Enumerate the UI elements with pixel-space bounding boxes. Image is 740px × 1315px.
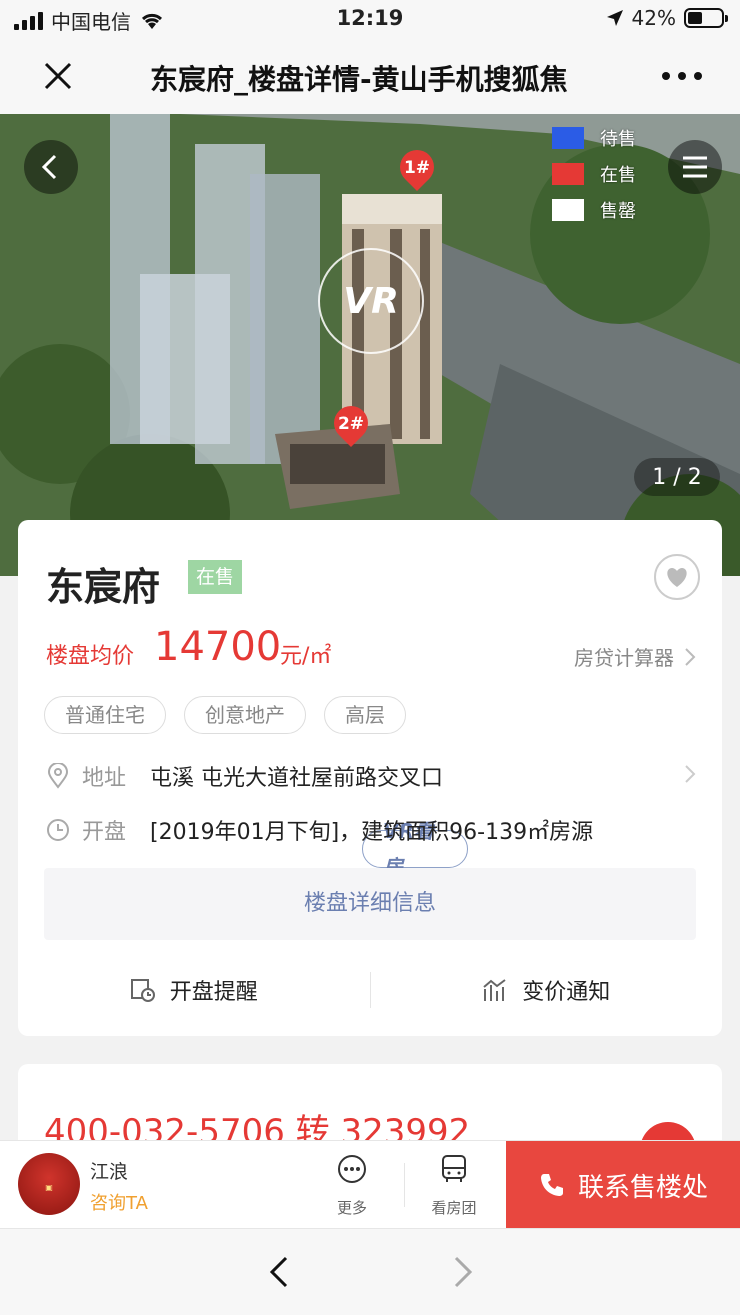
vr-tour-button[interactable]: VR <box>318 248 424 354</box>
address-row[interactable]: 地址 屯溪 屯光大道社屋前路交叉口 <box>46 760 443 792</box>
address-key: 地址 <box>82 766 127 791</box>
price-change-button[interactable]: 变价通知 <box>371 962 723 1018</box>
browser-titlebar: 东宸府_楼盘详情-黄山手机搜狐焦 <box>0 38 740 114</box>
battery-icon <box>684 8 728 28</box>
phone-icon <box>540 1174 563 1196</box>
price-label: 楼盘均价 <box>46 644 135 669</box>
bottom-divider <box>404 1163 405 1207</box>
chevron-left-icon <box>41 154 57 180</box>
bottom-action-bar: ▣ 江浪 咨询TA 更多 看房团 联系售楼处 <box>0 1140 740 1229</box>
price-chart-icon <box>483 979 506 1001</box>
mortgage-calculator-link[interactable]: 房贷计算器 <box>574 642 696 671</box>
status-right: 42% <box>606 6 728 30</box>
action-row: 开盘提醒 变价通知 <box>18 962 722 1018</box>
chevron-right-icon <box>685 647 696 666</box>
tour-group-label: 看房团 <box>431 1199 477 1217</box>
price-unit: 元/㎡ <box>280 644 332 669</box>
property-info-card: 东宸府 在售 楼盘均价 14700 元/㎡ 房贷计算器 VR看房 普通住宅 创意… <box>18 520 722 1036</box>
bus-icon <box>442 1155 466 1182</box>
sales-legend: 待售 在售 售罄 <box>552 120 636 228</box>
opening-key: 开盘 <box>82 820 127 845</box>
legend-item: 待售 <box>552 120 636 156</box>
opening-row: 开盘 [2019年01月下旬]，建筑面积96-139㎡房源 <box>46 814 593 846</box>
hero-image[interactable]: 待售 在售 售罄 1# VR 2# 1 / 2 <box>0 114 740 576</box>
back-arrow-icon[interactable] <box>266 1255 294 1289</box>
contact-sales-button[interactable]: 联系售楼处 <box>506 1141 740 1229</box>
tag-height: 高层 <box>324 696 406 734</box>
chat-more-icon <box>338 1155 366 1183</box>
building-pin-2-label: 2# <box>337 414 365 434</box>
avatar[interactable]: ▣ <box>18 1153 80 1215</box>
heart-icon <box>667 568 687 587</box>
legend-item: 在售 <box>552 156 636 192</box>
legend-label: 待售 <box>600 129 636 150</box>
opening-reminder-button[interactable]: 开盘提醒 <box>18 962 370 1018</box>
browser-navigation <box>0 1228 740 1315</box>
image-counter: 1 / 2 <box>634 458 720 496</box>
opening-reminder-label: 开盘提醒 <box>169 980 258 1005</box>
legend-swatch <box>552 163 584 185</box>
page-title: 东宸府_楼盘详情-黄山手机搜狐焦 <box>150 63 568 96</box>
legend-swatch <box>552 127 584 149</box>
mortgage-calculator-label: 房贷计算器 <box>574 646 674 670</box>
building-pin-1-label: 1# <box>403 158 431 178</box>
location-pin-icon <box>47 763 69 789</box>
price-value: 14700 <box>154 624 282 670</box>
menu-button[interactable] <box>668 140 722 194</box>
price-change-label: 变价通知 <box>522 980 611 1005</box>
hamburger-icon <box>683 156 707 178</box>
battery-percent: 42% <box>631 6 676 30</box>
close-icon[interactable] <box>40 58 76 94</box>
address-value: 屯溪 屯光大道社屋前路交叉口 <box>150 766 443 791</box>
more-label: 更多 <box>336 1199 367 1217</box>
more-button[interactable]: 更多 <box>312 1153 392 1218</box>
location-icon <box>606 10 623 26</box>
tour-group-button[interactable]: 看房团 <box>414 1153 494 1218</box>
property-detail-button[interactable]: 楼盘详细信息 <box>44 868 696 940</box>
status-badge: 在售 <box>188 560 243 594</box>
status-bar: 中国电信 12:19 42% <box>0 0 740 38</box>
property-tags: VR看房 普通住宅 创意地产 高层 <box>44 696 468 879</box>
favorite-button[interactable] <box>654 554 700 600</box>
calendar-clock-icon <box>130 979 155 1002</box>
contact-sales-label: 联系售楼处 <box>577 1172 708 1203</box>
forward-arrow-icon[interactable] <box>448 1255 476 1289</box>
more-options-icon[interactable] <box>662 64 702 88</box>
clock-icon <box>47 819 69 841</box>
legend-label: 在售 <box>600 165 636 186</box>
address-chevron-icon <box>685 765 696 783</box>
back-button[interactable] <box>24 140 78 194</box>
tag-type: 普通住宅 <box>44 696 166 734</box>
legend-swatch <box>552 199 584 221</box>
avatar-logo: ▣ <box>45 1183 53 1192</box>
agent-name: 江浪 <box>90 1161 129 1183</box>
property-name: 东宸府 <box>46 565 161 609</box>
legend-item: 售罄 <box>552 192 636 228</box>
legend-label: 售罄 <box>600 201 636 222</box>
tag-developer: 创意地产 <box>184 696 306 734</box>
consult-link[interactable]: 咨询TA <box>90 1189 148 1215</box>
opening-value: [2019年01月下旬]，建筑面积96-139㎡房源 <box>150 820 594 845</box>
